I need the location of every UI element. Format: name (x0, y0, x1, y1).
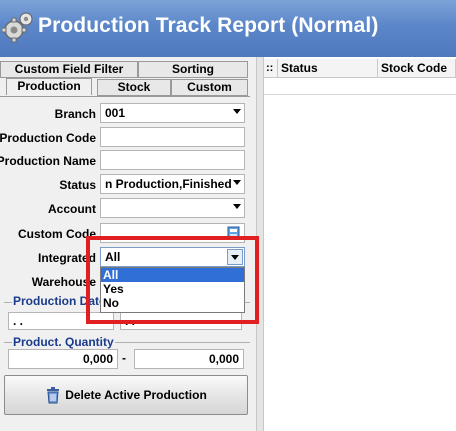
column-status[interactable]: Status (278, 59, 378, 78)
chevron-down-icon[interactable] (233, 204, 241, 209)
results-grid: :: Status Stock Code (264, 57, 456, 431)
grid-header: :: Status Stock Code (264, 59, 456, 78)
integrated-dropdown-list: All Yes No (100, 267, 245, 313)
custom-code-label: Custom Code (18, 227, 96, 241)
production-date-from-value: . . (13, 314, 24, 328)
trash-icon (47, 387, 60, 404)
panel-splitter[interactable] (256, 57, 264, 431)
delete-button-label: Delete Active Production (65, 388, 207, 402)
chevron-down-icon[interactable] (233, 180, 241, 185)
delete-active-production-button[interactable]: Delete Active Production (4, 375, 248, 415)
account-label: Account (48, 202, 96, 216)
production-code-input[interactable] (100, 127, 245, 147)
gears-icon (2, 12, 33, 43)
production-name-label: Production Name (0, 154, 96, 168)
production-date-to-value: . . (125, 314, 136, 328)
filter-panel: Custom Field Filter Sorting Production S… (0, 57, 256, 431)
integrated-combo[interactable]: All (100, 247, 245, 267)
branch-combo[interactable]: 001 (100, 103, 245, 123)
quantity-separator: - (122, 351, 126, 365)
chevron-down-icon[interactable] (233, 109, 241, 114)
table-row[interactable] (264, 79, 456, 95)
chevron-down-icon (231, 255, 239, 260)
warehouse-label: Warehouse (31, 275, 96, 289)
production-name-input[interactable] (100, 150, 245, 170)
tab-stock[interactable]: Stock (97, 79, 171, 96)
product-quantity-label: Product. Quantity (12, 335, 115, 349)
grid-row-indicator[interactable]: :: (264, 59, 278, 78)
quantity-from-input[interactable]: 0,000 (8, 349, 118, 369)
integrated-value: All (105, 250, 121, 264)
tab-sorting[interactable]: Sorting (138, 61, 248, 78)
tab-custom[interactable]: Custom (171, 79, 248, 96)
status-value: n Production,Finished (105, 177, 232, 191)
quantity-to-input[interactable]: 0,000 (134, 349, 244, 369)
tab-divider (0, 96, 250, 97)
window-title: Production Track Report (Normal) (38, 14, 379, 37)
dropdown-option-yes[interactable]: Yes (101, 282, 244, 296)
column-stock-code[interactable]: Stock Code (378, 59, 456, 78)
custom-code-input[interactable] (100, 223, 245, 243)
integrated-label: Integrated (37, 251, 96, 265)
dropdown-option-no[interactable]: No (101, 296, 244, 310)
branch-label: Branch (54, 107, 96, 121)
tab-custom-field-filter[interactable]: Custom Field Filter (0, 61, 138, 78)
production-date-label: Production Date (12, 294, 107, 308)
integrated-dropdown-button[interactable] (227, 249, 243, 265)
status-combo[interactable]: n Production,Finished (100, 174, 245, 194)
tab-production[interactable]: Production (6, 78, 92, 95)
dropdown-option-all[interactable]: All (101, 268, 244, 282)
status-label: Status (59, 178, 96, 192)
production-date-to[interactable]: . . (120, 312, 242, 330)
production-code-label: Production Code (0, 131, 96, 145)
title-bar: Production Track Report (Normal) (0, 0, 456, 57)
lookup-icon[interactable] (227, 226, 240, 240)
branch-value: 001 (105, 106, 126, 120)
account-combo[interactable] (100, 198, 245, 218)
production-date-from[interactable]: . . (8, 312, 114, 330)
